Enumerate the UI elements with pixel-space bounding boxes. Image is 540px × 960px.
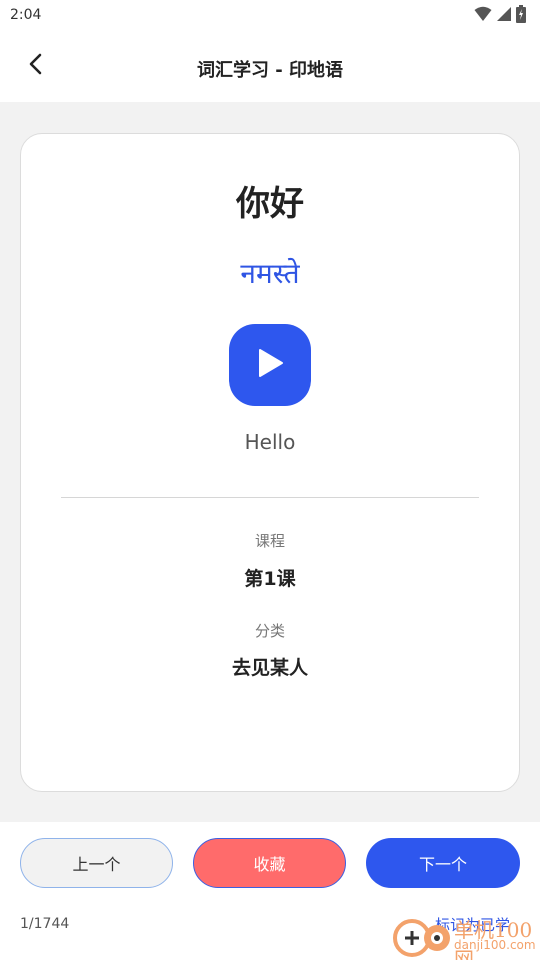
status-time: 2:04 <box>10 7 42 23</box>
mark-learned-link[interactable]: 标记为已学 <box>435 914 510 935</box>
word-hindi: नमस्ते <box>240 257 300 290</box>
lesson-value: 第1课 <box>244 568 296 590</box>
category-value: 去见某人 <box>231 657 308 679</box>
play-icon <box>255 347 285 383</box>
play-audio-button[interactable] <box>229 324 311 406</box>
app-bar: 词汇学习 - 印地语 <box>0 32 540 102</box>
signal-icon <box>496 6 512 26</box>
next-button[interactable]: 下一个 <box>366 838 520 888</box>
favorite-button[interactable]: 收藏 <box>193 838 346 888</box>
battery-icon <box>516 5 526 27</box>
previous-button[interactable]: 上一个 <box>20 838 173 888</box>
wifi-icon <box>474 6 492 26</box>
word-chinese: 你好 <box>236 184 304 224</box>
word-card: 你好 नमस्ते Hello 课程 第1课 分类 去见某人 <box>20 133 520 792</box>
category-label: 分类 <box>254 622 285 640</box>
page-title: 词汇学习 - 印地语 <box>196 60 343 81</box>
translation-text: Hello <box>244 430 296 454</box>
progress-counter: 1/1744 <box>20 916 70 932</box>
status-bar: 2:04 <box>0 0 540 32</box>
status-icons <box>474 5 526 27</box>
bottom-bar: 上一个 收藏 下一个 1/1744 标记为已学 <box>0 822 540 960</box>
divider <box>61 497 479 498</box>
lesson-label: 课程 <box>254 532 285 550</box>
